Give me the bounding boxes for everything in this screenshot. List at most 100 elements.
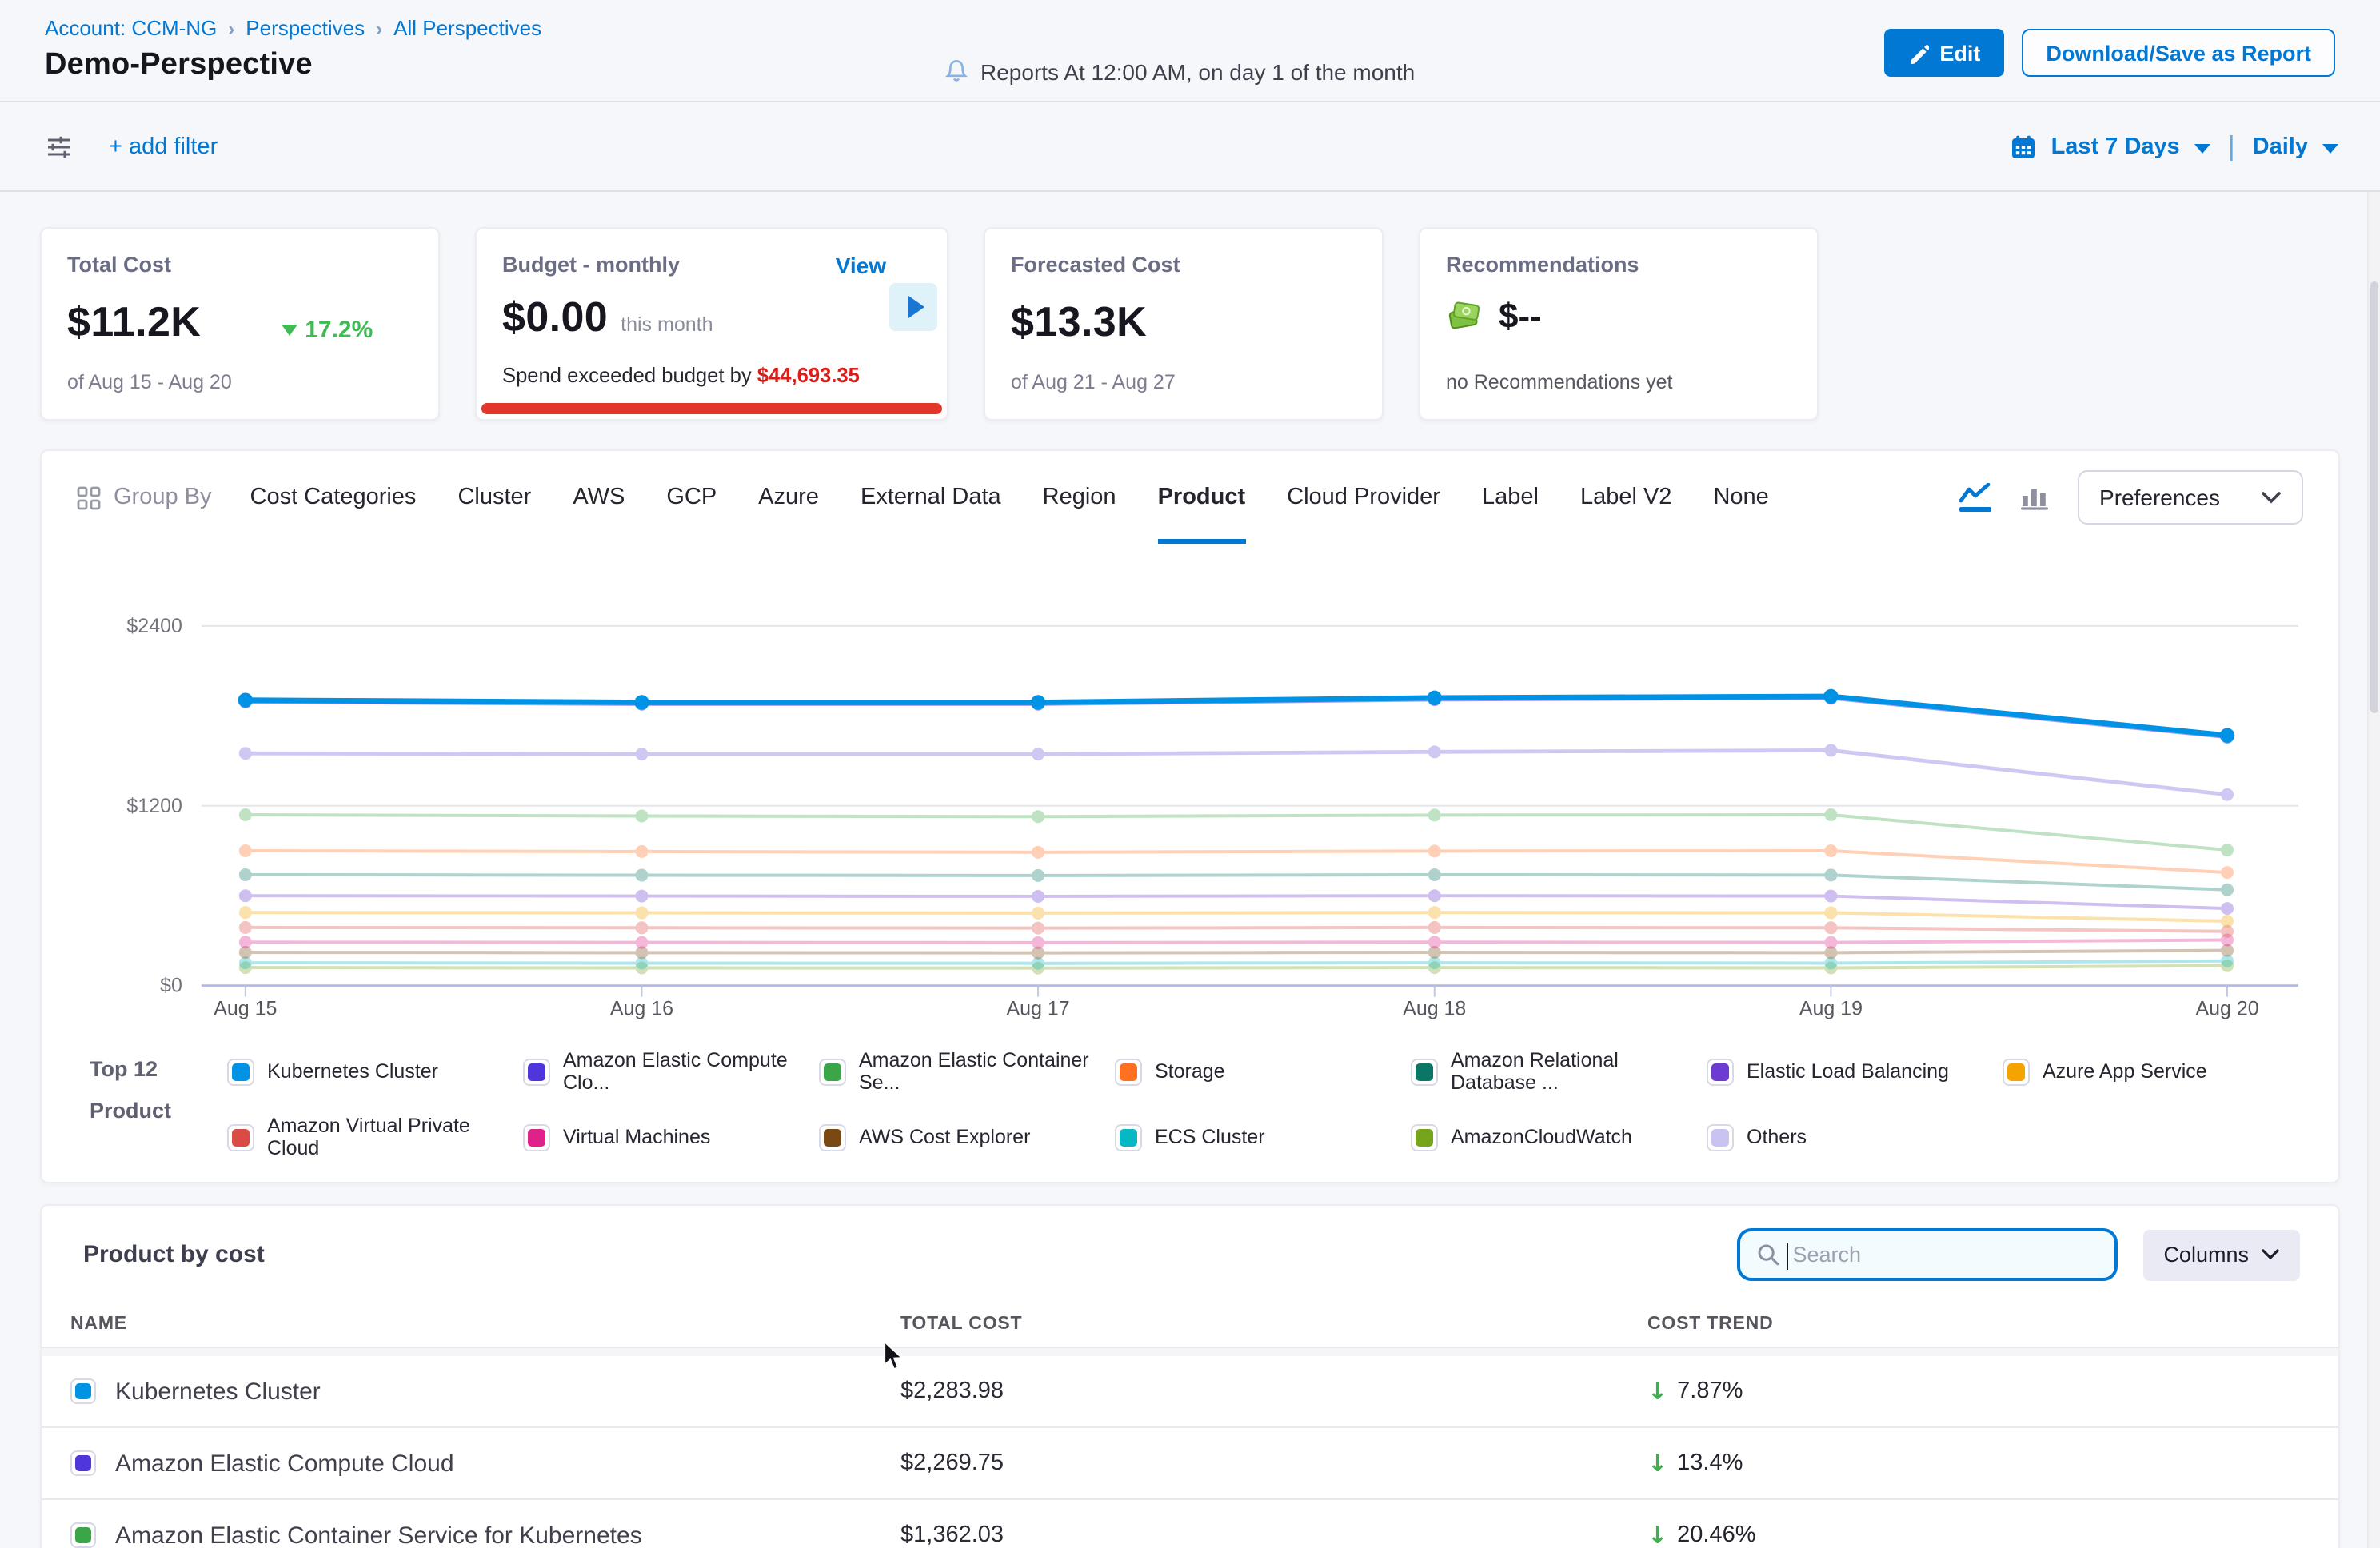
row-color-swatch	[70, 1378, 96, 1404]
tab-cloud-provider[interactable]: Cloud Provider	[1287, 451, 1440, 544]
series-azure-app-service	[239, 906, 2234, 928]
table-header-row: NAMETOTAL COSTCOST TREND	[42, 1300, 2338, 1348]
legend-label: Others	[1747, 1126, 1807, 1148]
download-save-report-button[interactable]: Download/Save as Report	[2022, 29, 2335, 77]
mouse-cursor	[883, 1340, 907, 1374]
date-range-selector[interactable]: Last 7 Days	[2051, 134, 2180, 159]
total-cost-value: $11.2K	[67, 297, 201, 347]
table-row[interactable]: Amazon Elastic Container Service for Kub…	[42, 1500, 2338, 1548]
columns-button[interactable]: Columns	[2142, 1229, 2300, 1280]
summary-cards: Total Cost $11.2K 17.2% of Aug 15 - Aug …	[0, 192, 2380, 421]
chevron-right-icon	[908, 296, 924, 318]
tab-region[interactable]: Region	[1043, 451, 1116, 544]
breadcrumb-separator: ›	[376, 17, 382, 39]
granularity-selector[interactable]: Daily	[2253, 134, 2308, 159]
chevron-down-icon[interactable]	[2322, 143, 2338, 153]
breadcrumb-link[interactable]: All Perspectives	[393, 16, 541, 40]
legend-label: Kubernetes Cluster	[267, 1060, 438, 1083]
series-aws-cost-explorer	[239, 944, 2234, 960]
total-cost-trend: 17.2%	[305, 317, 373, 344]
legend-item[interactable]: Storage	[1115, 1049, 1411, 1094]
breadcrumb-separator: ›	[228, 17, 234, 39]
tab-product[interactable]: Product	[1158, 451, 1246, 544]
legend-swatch	[2003, 1058, 2030, 1085]
filter-sliders-icon[interactable]	[45, 132, 74, 161]
legend-item[interactable]: Amazon Relational Database ...	[1411, 1049, 1707, 1094]
table-body: Kubernetes Cluster$2,283.98↓7.87%Amazon …	[42, 1356, 2338, 1548]
scrollbar-thumb[interactable]	[2370, 281, 2378, 713]
calendar-icon	[2011, 134, 2037, 159]
forecasted-cost-value: $13.3K	[1011, 297, 1147, 347]
recommendations-label: Recommendations	[1446, 253, 1791, 277]
legend-item[interactable]: Amazon Virtual Private Cloud	[227, 1115, 523, 1159]
search-box	[1736, 1228, 2117, 1281]
legend-item[interactable]: Azure App Service	[2003, 1049, 2298, 1094]
text-caret	[1786, 1243, 1788, 1270]
breadcrumb-link[interactable]: Perspectives	[246, 16, 365, 40]
column-header-total-cost[interactable]: TOTAL COST	[900, 1314, 1647, 1333]
preferences-button[interactable]: Preferences	[2077, 470, 2303, 525]
carousel-next-button[interactable]	[889, 283, 937, 331]
edit-button-label: Edit	[1939, 41, 1980, 65]
legend-item[interactable]: Others	[1707, 1115, 2003, 1159]
trend-down-arrow-icon: ↓	[1647, 1377, 1667, 1406]
tab-label-v2[interactable]: Label V2	[1580, 451, 1672, 544]
chevron-down-icon	[2262, 1249, 2279, 1260]
series-others	[239, 744, 2234, 800]
series-amazon-virtual-private-cloud	[239, 921, 2234, 938]
groupby-tabs: Cost Categories Cluster AWS GCP Azure Externa…	[250, 451, 1769, 544]
trend-percent: 20.46%	[1677, 1522, 1755, 1548]
total-cost-cell: $2,283.98	[900, 1378, 1647, 1404]
add-filter-button[interactable]: + add filter	[109, 134, 218, 159]
legend-item[interactable]: ECS Cluster	[1115, 1115, 1411, 1159]
tab-label[interactable]: Label	[1482, 451, 1539, 544]
search-input[interactable]	[1792, 1243, 2098, 1267]
tab-none[interactable]: None	[1713, 451, 1768, 544]
columns-label: Columns	[2163, 1243, 2249, 1267]
search-icon	[1755, 1243, 1779, 1267]
budget-view-link[interactable]: View	[836, 253, 886, 278]
tab-external-data[interactable]: External Data	[861, 451, 1001, 544]
legend-item[interactable]: AmazonCloudWatch	[1411, 1115, 1707, 1159]
legend-item[interactable]: Elastic Load Balancing	[1707, 1049, 2003, 1094]
legend-item[interactable]: AWS Cost Explorer	[819, 1115, 1115, 1159]
legend-label: Storage	[1155, 1060, 1225, 1083]
series-kubernetes-cluster	[238, 689, 2235, 743]
table-row[interactable]: Amazon Elastic Compute Cloud$2,269.75↓13…	[42, 1428, 2338, 1500]
page-header: Account: CCM-NG › Perspectives › All Perspec…	[0, 0, 2380, 102]
budget-value-suffix: this month	[621, 313, 713, 336]
tab-azure[interactable]: Azure	[758, 451, 819, 544]
legend-swatch	[1707, 1058, 1734, 1085]
line-chart-toggle[interactable]	[1959, 483, 1991, 511]
column-header-cost-trend[interactable]: COST TREND	[1647, 1314, 2338, 1333]
edit-button[interactable]: Edit	[1883, 29, 2004, 77]
active-indicator	[1959, 507, 1991, 511]
tab-aws[interactable]: AWS	[573, 451, 625, 544]
budget-label: Budget - monthly	[502, 253, 680, 278]
line-chart-icon	[1959, 483, 1991, 504]
legend-swatch	[1707, 1123, 1734, 1151]
legend-swatch	[1411, 1123, 1438, 1151]
product-name: Amazon Elastic Compute Cloud	[115, 1450, 454, 1477]
tab-cluster[interactable]: Cluster	[457, 451, 531, 544]
tab-gcp[interactable]: GCP	[666, 451, 717, 544]
page-title: Demo-Perspective	[45, 48, 313, 83]
column-header-name[interactable]: NAME	[70, 1314, 900, 1333]
legend-label: Virtual Machines	[563, 1126, 710, 1148]
chevron-down-icon[interactable]	[2194, 143, 2210, 153]
money-icon	[1446, 299, 1484, 334]
vertical-scrollbar[interactable]	[2367, 192, 2380, 1548]
legend-item[interactable]: Kubernetes Cluster	[227, 1049, 523, 1094]
bar-chart-toggle[interactable]	[2019, 485, 2048, 510]
legend-item[interactable]: Amazon Elastic Container Se...	[819, 1049, 1115, 1094]
legend-item[interactable]: Virtual Machines	[523, 1115, 819, 1159]
groupby-row: Group By Cost CategoriesClusterAWSGCPAzu…	[42, 451, 2338, 544]
trend-down-icon	[281, 325, 297, 336]
table-row[interactable]: Kubernetes Cluster$2,283.98↓7.87%	[42, 1356, 2338, 1428]
legend-item[interactable]: Amazon Elastic Compute Clo...	[523, 1049, 819, 1094]
tab-cost-categories[interactable]: Cost Categories	[250, 451, 417, 544]
cost-trend-chart[interactable]: $2400$1200$0Aug 15Aug 16Aug 17Aug 18Aug …	[42, 544, 2338, 1038]
divider: |	[2228, 130, 2235, 162]
breadcrumb-link[interactable]: Account: CCM-NG	[45, 16, 217, 40]
svg-text:$0: $0	[160, 975, 182, 997]
